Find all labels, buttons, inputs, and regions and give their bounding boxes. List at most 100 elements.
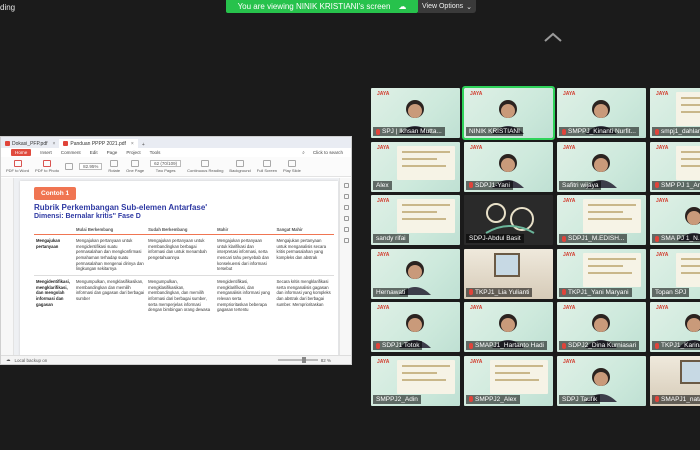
participant-name: TKPJ1_Lia Yulianti	[466, 287, 533, 297]
participant-name-label: SMPPJ2_Adin	[376, 395, 418, 403]
virtual-background	[583, 252, 641, 287]
participant-name: SMPPJ2_Alex	[466, 394, 520, 404]
logo: JAYA	[377, 305, 390, 311]
play-slide-button[interactable]: Play Slide	[283, 160, 301, 173]
logo: JAYA	[470, 91, 483, 97]
background-icon	[236, 160, 245, 167]
menu-edit[interactable]: Edit	[90, 150, 98, 155]
cloud-icon: ☁	[6, 357, 11, 362]
participant-tile[interactable]: JAYA NINIK KRISTIANI	[462, 86, 555, 140]
participant-tile[interactable]: JAYA SMA PJ 1_N...	[650, 195, 700, 245]
tab-label: Panduan PPPP 2021.pdf	[70, 140, 126, 147]
muted-mic-icon	[562, 342, 566, 349]
muted-mic-icon	[562, 235, 566, 242]
continuous-reading-button[interactable]: Continuous Reading	[187, 160, 223, 173]
view-options-button[interactable]: View Options ⌄	[418, 0, 476, 13]
muted-mic-icon	[655, 182, 659, 188]
menu-home[interactable]: Home	[11, 149, 32, 156]
participant-tile[interactable]: JAYA sandy rifai	[371, 195, 460, 245]
menu-comment[interactable]: Comment	[61, 150, 81, 155]
right-panel	[339, 178, 351, 356]
hand-tool-button[interactable]	[65, 163, 74, 170]
search-icon[interactable]: ⌕	[302, 150, 305, 155]
participant-name: NINIK KRISTIANI	[466, 127, 523, 136]
tool-icon[interactable]	[344, 238, 349, 243]
participant-tile[interactable]: JAYA Hernawati	[371, 248, 460, 299]
tool-icon[interactable]	[344, 216, 349, 221]
participant-tile[interactable]: JAYA Topan SPJ	[650, 248, 700, 299]
menu-tools[interactable]: Tools	[150, 150, 161, 155]
participant-tile[interactable]: JAYA SMP PJ 1_Ar...	[650, 141, 700, 192]
menu-insert[interactable]: Insert	[40, 150, 52, 155]
background-button[interactable]: Background	[229, 160, 251, 173]
page-input[interactable]: 62 (70/109) Two Pages	[150, 160, 182, 173]
one-page-button[interactable]: One Page	[126, 160, 144, 173]
participant-tile[interactable]: JAYA SDPJ1-Yani	[464, 141, 553, 192]
close-icon[interactable]: ×	[52, 141, 55, 147]
participant-tile[interactable]: SMAPJ1_nata	[650, 355, 700, 406]
rubric-table: Mulai Berkembang Sudah Berkembang Mahir …	[34, 225, 334, 317]
tab-dokasi[interactable]: Dokasi_PFP.pdf ×	[1, 139, 59, 148]
participant-name: SMAPJ1_nata	[652, 394, 700, 404]
participant-tile[interactable]: JAYA SDPJ1 Totok	[371, 302, 460, 352]
participant-tile[interactable]: JAYA SMPPJ_Kinanti Nurfit...	[557, 88, 646, 138]
participant-name: sandy rifai	[373, 234, 409, 243]
document-area[interactable]: Contoh 1 Rubrik Perkembangan Sub-elemen …	[1, 178, 351, 356]
participant-tile[interactable]: JAYA TKPJ1_Yani Maryani	[557, 248, 646, 299]
rotate-button[interactable]: Rotate	[108, 160, 120, 173]
participant-tile[interactable]: JAYA smpj1_dahlan	[650, 88, 700, 138]
participant-tile[interactable]: JAYA TKPJ1_Karina	[650, 302, 700, 352]
logo: JAYA	[563, 305, 576, 311]
rotate-icon	[110, 160, 119, 167]
zoom-slider[interactable]: 82 %	[277, 357, 331, 363]
close-icon[interactable]: ×	[131, 141, 134, 147]
tab-panduan[interactable]: Panduan PPPP 2021.pdf ×	[59, 139, 138, 148]
tool-icon[interactable]	[344, 205, 349, 210]
zoom-control[interactable]: 82.95%	[79, 163, 103, 170]
add-tab-icon[interactable]: +	[138, 142, 149, 148]
participant-tile[interactable]: TKPJ1_Lia Yulianti	[464, 248, 553, 299]
table-row: Mengajukan pertanyaan Mengajukan pertany…	[34, 235, 334, 276]
tool-icon[interactable]	[344, 227, 349, 232]
virtual-background	[583, 199, 641, 233]
participant-tile[interactable]: JAYA SMAPJ1_Hartanto Hadi	[464, 302, 553, 352]
tool-icon[interactable]	[344, 194, 349, 199]
participant-name-label: SDPJ Taufik	[562, 395, 598, 403]
search-field[interactable]: Click to search	[313, 150, 343, 155]
participant-tile[interactable]: JAYA SDPJ1_M.EDISH...	[557, 195, 646, 245]
participant-tile[interactable]: JAYA SDPJ Taufik	[557, 355, 646, 406]
participant-tile[interactable]: JAYA Safitri wijaya	[557, 141, 646, 192]
toolbar-label: PDF to Word	[6, 168, 30, 173]
logo: JAYA	[656, 91, 669, 97]
participant-name: SDPJ-Abdul Basit	[466, 234, 524, 243]
cloud-icon: ☁	[398, 2, 407, 11]
participant-tile[interactable]: JAYA SPJ | Ikhsan Mutta...	[371, 88, 460, 138]
menu-page[interactable]: Page	[107, 150, 118, 155]
toolbar-label: Two Pages	[155, 168, 176, 173]
participant-tile[interactable]: JAYA Alex	[371, 141, 460, 192]
zoom-track[interactable]	[277, 357, 318, 363]
chevron-up-icon[interactable]	[543, 32, 563, 42]
participant-tile[interactable]: SDPJ-Abdul Basit	[464, 195, 553, 245]
pdf-to-photo-button[interactable]: PDF to Photo	[35, 160, 59, 173]
doc-title: Rubrik Perkembangan Sub-elemen Antarfase…	[34, 203, 208, 212]
virtual-background	[397, 145, 455, 180]
toolbar-label: Continuous Reading	[187, 168, 224, 173]
table-cell: Secara kritis mengklarifikasi serta meng…	[274, 275, 334, 317]
menu-project[interactable]: Project	[126, 150, 140, 155]
pdf-to-word-button[interactable]: PDF to Word	[6, 160, 29, 173]
tool-icon[interactable]	[344, 183, 349, 188]
doc-dimension: Dimensi: Bernalar kritis'' Fase D	[34, 213, 141, 220]
full-screen-button[interactable]: Full Screen	[257, 160, 277, 173]
left-panel	[1, 178, 14, 356]
participant-name: SMP PJ 1_Ar...	[652, 180, 700, 190]
toolbar-label: Background	[229, 168, 251, 173]
participant-name: SMPPJ_Kinanti Nurfit...	[559, 127, 639, 136]
participant-tile[interactable]: JAYA SDPJ2_Dina Kurniasari	[557, 302, 646, 352]
participant-tile[interactable]: JAYA SMPPJ2_Alex	[464, 355, 553, 406]
participant-tile[interactable]: JAYA SMPPJ2_Adin	[371, 355, 460, 406]
logo: JAYA	[470, 358, 483, 365]
shared-screen-pdf-viewer: Dokasi_PFP.pdf × Panduan PPPP 2021.pdf ×…	[0, 136, 352, 365]
participant-name-label: SPJ | Ikhsan Mutta...	[382, 128, 442, 135]
table-cell: Mengumpulkan, mengklasifikasikan, memban…	[74, 275, 147, 317]
